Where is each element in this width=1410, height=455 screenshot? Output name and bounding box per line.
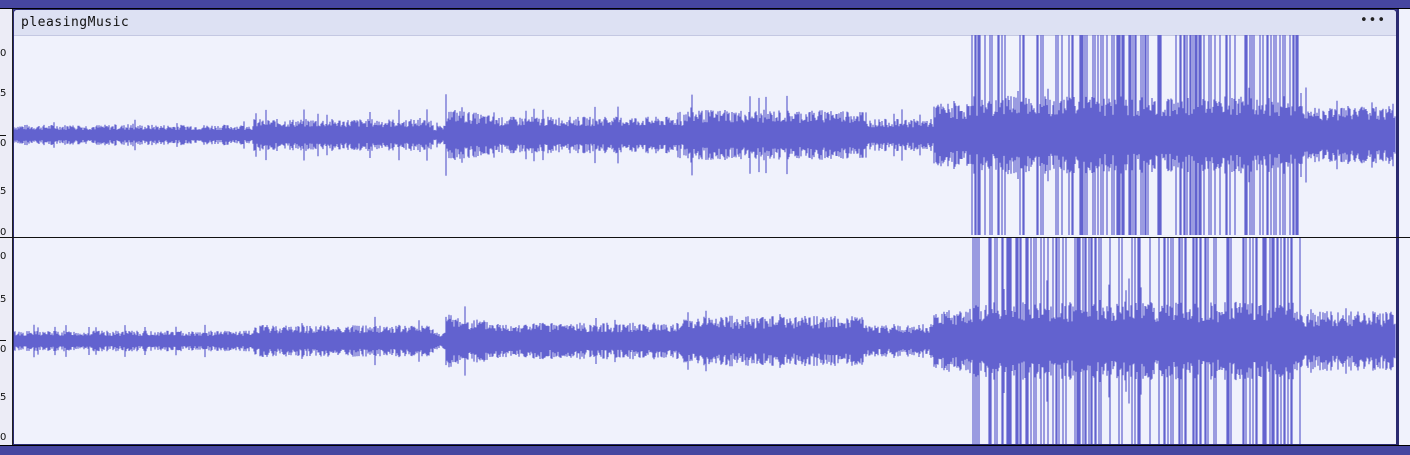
- ruler-label: 5: [0, 89, 7, 99]
- vertical-amplitude-ruler: 0 5 0 5 0 0 5 0 5 0: [0, 9, 13, 445]
- ruler-label: 0: [0, 252, 7, 262]
- waveform-channel-left: [14, 35, 1396, 235]
- ruler-tick: [0, 340, 6, 341]
- waveform-channel-right: [14, 237, 1396, 444]
- waveform-svg: [14, 35, 1396, 444]
- clip-title-bar[interactable]: pleasingMusic •••: [14, 10, 1396, 36]
- ruler-label: 0: [0, 49, 7, 59]
- waveform-area[interactable]: [14, 35, 1396, 444]
- ruler-tick: [0, 135, 6, 136]
- ruler-label: 0: [0, 345, 7, 355]
- ruler-label: 0: [0, 139, 7, 149]
- ruler-label: 5: [0, 295, 7, 305]
- clip-menu-button[interactable]: •••: [1360, 13, 1386, 28]
- clip-right-edge: [1397, 9, 1410, 445]
- audio-clip[interactable]: pleasingMusic •••: [13, 9, 1397, 445]
- ruler-label: 5: [0, 187, 7, 197]
- ruler-label: 0: [0, 433, 7, 443]
- track-top-border: [0, 0, 1410, 9]
- ruler-label: 5: [0, 393, 7, 403]
- channel-divider: [0, 237, 1410, 238]
- clip-name: pleasingMusic: [21, 15, 130, 30]
